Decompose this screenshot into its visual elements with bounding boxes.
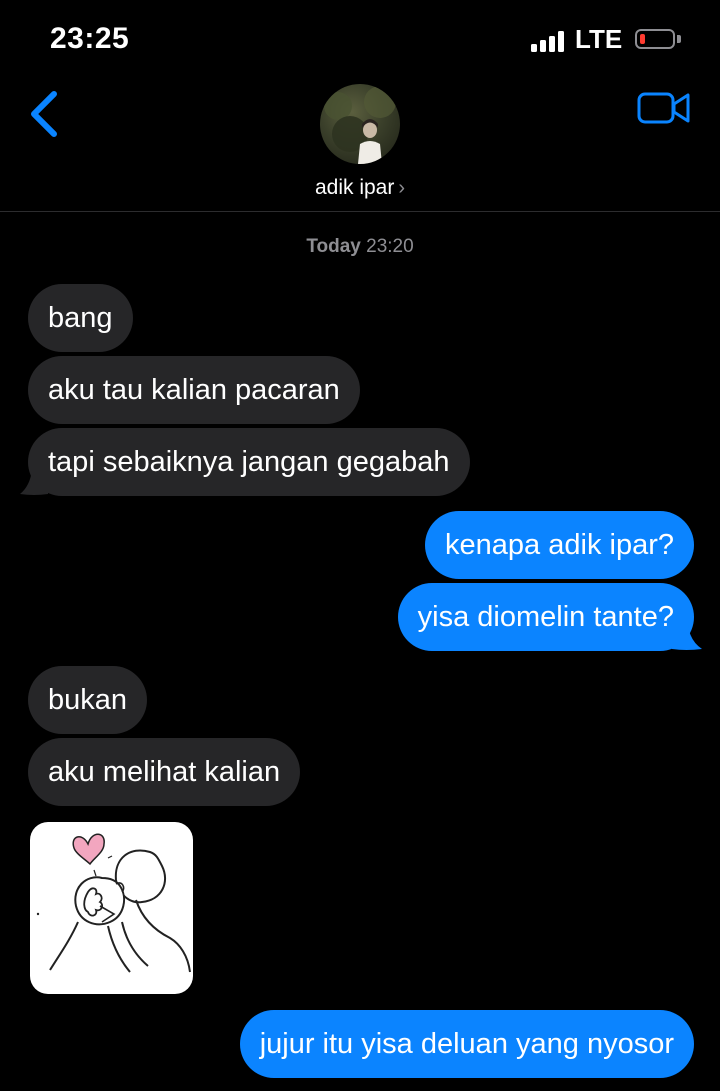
timestamp-time: 23:20: [366, 236, 414, 257]
message-timestamp: Today 23:20: [0, 236, 720, 258]
incoming-message[interactable]: bang: [28, 284, 133, 352]
battery-level: [640, 34, 645, 44]
message-text: aku tau kalian pacaran: [48, 374, 340, 406]
message-text: aku melihat kalian: [48, 756, 281, 788]
back-button[interactable]: [26, 88, 70, 140]
message-text: yisa diomelin tante?: [417, 601, 674, 633]
cellular-signal-icon: [531, 30, 565, 52]
incoming-message[interactable]: tapi sebaiknya jangan gegabah: [28, 428, 470, 496]
facetime-video-button[interactable]: [636, 88, 692, 128]
message-text: bang: [48, 302, 113, 334]
contact-name: adik ipar: [314, 176, 395, 199]
conversation-header: adik ipar ›: [0, 80, 720, 212]
battery-tip: [677, 35, 681, 43]
outgoing-bubble-tail: [672, 625, 702, 650]
outgoing-message[interactable]: kenapa adik ipar?: [425, 511, 694, 579]
battery-icon: [635, 29, 675, 49]
message-text: tapi sebaiknya jangan gegabah: [48, 446, 450, 478]
contact-avatar[interactable]: [320, 84, 400, 164]
sticker-drawing: [36, 833, 191, 973]
outgoing-message[interactable]: jujur itu yisa deluan yang nyosor: [239, 1010, 694, 1078]
network-type: LTE: [575, 24, 623, 54]
video-camera-icon: [637, 92, 690, 124]
message-text: kenapa adik ipar?: [445, 529, 674, 561]
kiss-sticker-image[interactable]: [30, 822, 193, 994]
status-bar: 23:25 LTE: [0, 0, 720, 80]
avatar-photo: [324, 86, 396, 164]
incoming-message[interactable]: bukan: [28, 666, 148, 734]
status-time: 23:25: [50, 22, 130, 55]
chevron-right-icon: ›: [398, 177, 406, 199]
contact-name-button[interactable]: adik ipar ›: [0, 176, 720, 200]
chevron-left-icon: [31, 91, 57, 137]
incoming-message[interactable]: aku melihat kalian: [28, 738, 301, 806]
incoming-message[interactable]: aku tau kalian pacaran: [28, 356, 360, 424]
incoming-bubble-tail: [20, 470, 48, 495]
timestamp-day: Today: [306, 236, 361, 257]
message-text: jujur itu yisa deluan yang nyosor: [259, 1028, 674, 1060]
message-text: bukan: [48, 684, 128, 716]
outgoing-message[interactable]: yisa diomelin tante?: [397, 583, 694, 651]
